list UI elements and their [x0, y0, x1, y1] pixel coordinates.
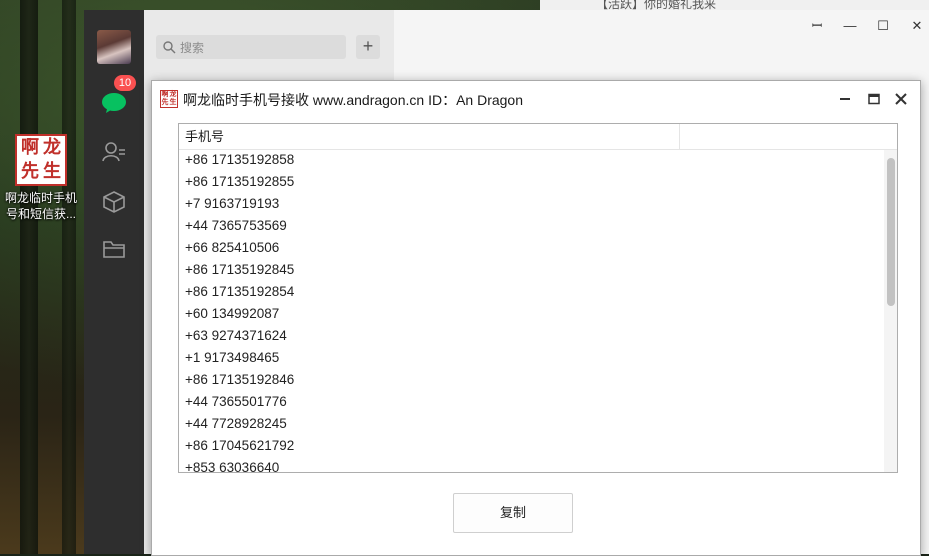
maximize-icon [868, 93, 880, 105]
column-header-phone[interactable]: 手机号 [179, 124, 224, 149]
folder-icon [103, 241, 125, 258]
minimize-icon [840, 98, 850, 100]
minimize-button[interactable]: — [839, 18, 861, 34]
table-row[interactable]: +86 17135192846 [179, 369, 884, 391]
close-icon [895, 93, 907, 105]
search-placeholder: 搜索 [180, 40, 205, 55]
table-row[interactable]: +7 9163719193 [179, 193, 884, 215]
table-row[interactable]: +44 7728928245 [179, 413, 884, 435]
table-row[interactable]: +86 17135192855 [179, 171, 884, 193]
favorites-nav-button[interactable] [84, 184, 144, 220]
table-row[interactable]: +86 17135192858 [179, 149, 884, 171]
desktop-app-shortcut[interactable]: 啊 龙 先 生 啊龙临时手机号和短信获... [4, 134, 78, 222]
table-row[interactable]: +853 63036640 [179, 457, 884, 472]
table-row[interactable]: +44 7365501776 [179, 391, 884, 413]
dialog-minimize-button[interactable] [836, 90, 854, 108]
pin-button[interactable]: ꟷ [806, 18, 828, 34]
dialog-titlebar[interactable]: 啊 龙 先 生 啊龙临时手机号接收 www.andragon.cn ID：An … [152, 81, 920, 117]
table-row[interactable]: +86 17135192845 [179, 259, 884, 281]
add-button[interactable]: + [356, 35, 380, 59]
app-logo-icon: 啊 龙 先 生 [15, 134, 67, 186]
tree-trunk [20, 0, 38, 554]
contacts-nav-button[interactable] [84, 134, 144, 170]
dialog-close-button[interactable] [892, 90, 910, 108]
close-button[interactable]: ✕ [906, 18, 928, 34]
dialog-maximize-button[interactable] [865, 90, 883, 108]
table-row[interactable]: +60 134992087 [179, 303, 884, 325]
table-row[interactable]: +86 17135192854 [179, 281, 884, 303]
unread-badge: 10 [114, 75, 136, 91]
dialog-title: 啊龙临时手机号接收 www.andragon.cn ID：An Dragon [183, 92, 523, 108]
table-row[interactable]: +44 7365753569 [179, 215, 884, 237]
avatar[interactable] [97, 30, 131, 64]
scrollbar-thumb[interactable] [887, 158, 895, 306]
search-icon [163, 41, 176, 54]
cube-icon [103, 191, 125, 213]
phone-number-table[interactable]: 手机号 +86 17135192858 +86 17135192855 +7 9… [178, 123, 898, 473]
vertical-scrollbar[interactable] [884, 150, 897, 472]
column-divider[interactable] [679, 124, 680, 149]
desktop-app-label: 啊龙临时手机号和短信获... [4, 191, 77, 221]
maximize-button[interactable]: ☐ [872, 18, 894, 34]
table-row[interactable]: +66 825410506 [179, 237, 884, 259]
phone-receiver-dialog: 啊 龙 先 生 啊龙临时手机号接收 www.andragon.cn ID：An … [151, 80, 921, 556]
copy-button[interactable]: 复制 [453, 493, 573, 533]
phone-number-rows: +86 17135192858 +86 17135192855 +7 91637… [179, 149, 884, 472]
table-header: 手机号 [179, 124, 897, 150]
table-row[interactable]: +63 9274371624 [179, 325, 884, 347]
app-logo-icon: 啊 龙 先 生 [160, 90, 178, 108]
search-input[interactable]: 搜索 [156, 35, 346, 59]
chat-bubble-icon [102, 93, 126, 113]
files-nav-button[interactable] [84, 231, 144, 267]
table-row[interactable]: +1 9173498465 [179, 347, 884, 369]
table-row[interactable]: +86 17045621792 [179, 435, 884, 457]
wechat-sidebar: 10 [84, 10, 144, 554]
tree-trunk [62, 0, 76, 554]
contacts-icon [102, 142, 125, 162]
chat-nav-button[interactable]: 10 [84, 75, 144, 121]
